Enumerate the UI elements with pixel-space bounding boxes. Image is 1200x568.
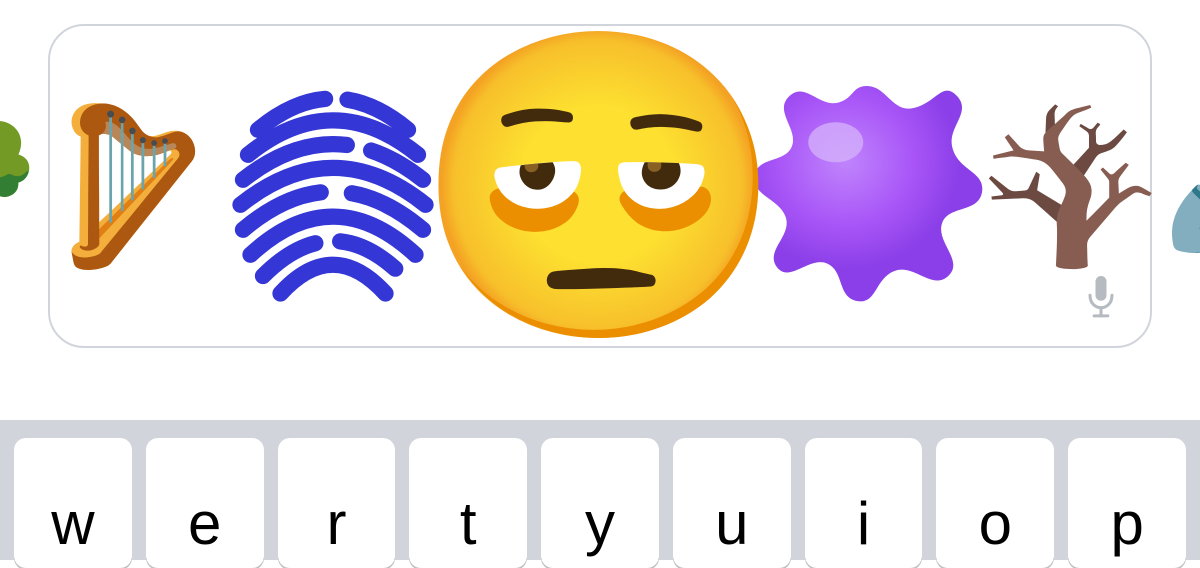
- keyboard: w e r t y u i o p: [0, 420, 1200, 560]
- key-p[interactable]: p: [1068, 438, 1186, 568]
- key-e[interactable]: e: [146, 438, 264, 568]
- weary-face-emoji: 🫩: [413, 36, 787, 336]
- shovel-emoji: 🪏: [1164, 126, 1200, 246]
- key-w[interactable]: w: [14, 438, 132, 568]
- key-u[interactable]: u: [673, 438, 791, 568]
- microphone-icon[interactable]: [1084, 276, 1118, 320]
- key-r[interactable]: r: [278, 438, 396, 568]
- harp-emoji: 🪉: [36, 111, 223, 261]
- key-y[interactable]: y: [541, 438, 659, 568]
- leafless-tree-emoji: 🪾: [977, 111, 1164, 261]
- emoji-content: 🫜 🪉 🫩: [98, 26, 1102, 346]
- text-input-field[interactable]: 🫜 🪉 🫩: [48, 24, 1152, 348]
- key-i[interactable]: i: [805, 438, 923, 568]
- key-o[interactable]: o: [936, 438, 1054, 568]
- keyboard-row-1: w e r t y u i o p: [0, 438, 1200, 568]
- key-t[interactable]: t: [409, 438, 527, 568]
- radish-emoji: 🫜: [0, 126, 36, 246]
